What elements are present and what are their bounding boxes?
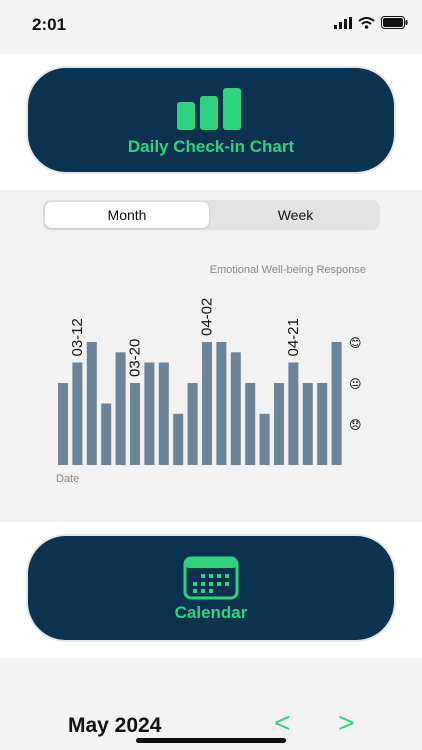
- chart-date-label: 04-21: [285, 318, 302, 356]
- chart-date-label: 04-02: [199, 298, 216, 336]
- chart-bar: [288, 362, 299, 465]
- chart-bar: [72, 362, 83, 465]
- daily-checkin-chart-label: Daily Check-in Chart: [127, 137, 295, 156]
- prev-month-button[interactable]: <: [274, 707, 290, 739]
- chart-bar: [187, 383, 198, 465]
- chart-bar: [115, 352, 126, 466]
- tab-week[interactable]: Week: [213, 202, 378, 228]
- calendar-icon: [183, 556, 239, 600]
- chart-date-label: 03-20: [127, 339, 144, 377]
- bar-chart-icon: [177, 88, 241, 130]
- wellbeing-bar-chart: 😞 😐 😊 03-12 03-20 04-02 04-21: [58, 298, 362, 466]
- chart-bar: [101, 403, 112, 465]
- chart-bar: [173, 413, 184, 466]
- chart-bar: [230, 352, 241, 466]
- y-axis-emoji-label: 😊: [349, 336, 362, 350]
- status-icons: [334, 16, 408, 29]
- calendar-label: Calendar: [174, 603, 248, 622]
- chart-bar: [158, 362, 169, 465]
- y-axis-emoji-label: 😐: [349, 377, 362, 391]
- hero-panel: Daily Check-in Chart: [0, 54, 422, 190]
- chart-bar: [202, 342, 212, 465]
- next-month-button[interactable]: >: [338, 707, 354, 739]
- y-axis-emoji-label: 😞: [349, 418, 362, 432]
- chart-bar: [216, 342, 227, 465]
- daily-checkin-chart-button[interactable]: Daily Check-in Chart: [28, 68, 394, 172]
- tab-month[interactable]: Month: [45, 202, 209, 228]
- signal-icon: [334, 16, 352, 29]
- home-indicator: [136, 738, 286, 743]
- status-time: 2:01: [32, 15, 67, 34]
- chart-bar: [130, 383, 140, 465]
- chart-bar: [58, 383, 68, 465]
- battery-icon: [381, 16, 408, 29]
- month-title: May 2024: [68, 714, 162, 737]
- chart-date-label: 03-12: [69, 318, 86, 356]
- calendar-button[interactable]: Calendar: [28, 536, 394, 640]
- chart-bar: [86, 342, 97, 465]
- chart-bar: [302, 383, 313, 465]
- chart-bar: [245, 383, 256, 465]
- chart-bar: [317, 383, 328, 465]
- calendar-panel: Calendar: [0, 522, 422, 658]
- chart-bar: [331, 342, 342, 465]
- status-bar: 2:01: [0, 0, 422, 54]
- chart-bar: [259, 413, 270, 466]
- wifi-icon: [358, 16, 375, 29]
- view-mode-segmented-control: Month Week: [43, 200, 380, 230]
- chart-bar: [144, 362, 155, 465]
- chart-bar: [274, 383, 284, 465]
- chart-x-axis-label: Date: [56, 473, 80, 485]
